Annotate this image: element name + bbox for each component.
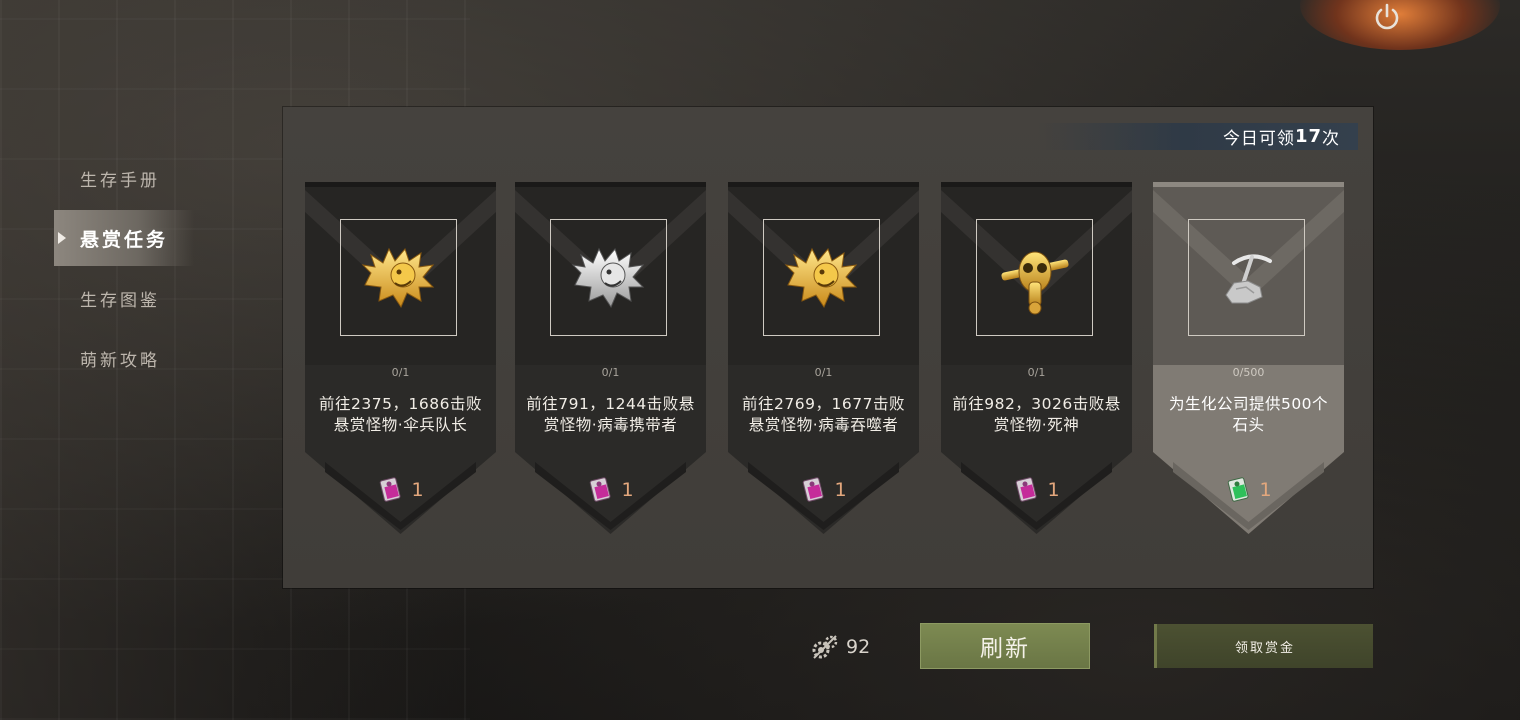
menu-item-survival-manual[interactable]: 生存手册 — [54, 150, 194, 206]
currency-display: 92 — [810, 632, 870, 662]
icon-frame — [1188, 219, 1305, 336]
task-reward: 1 — [305, 476, 496, 504]
claim-bounty-button[interactable]: 领取赏金 — [1154, 624, 1373, 668]
task-description: 前往2375，1686击败 悬赏怪物·伞兵队长 — [311, 394, 490, 436]
task-description-line: 前往2769，1677击败 — [742, 395, 905, 413]
task-description-line: 前往982，3026击败悬 — [952, 395, 1121, 413]
menu-item-label: 生存手册 — [80, 170, 160, 191]
daily-claims-prefix: 今日可领 — [1222, 129, 1295, 149]
power-icon — [1375, 3, 1399, 30]
reward-count: 1 — [1047, 479, 1060, 501]
card-topline — [305, 182, 496, 187]
gears-currency-icon — [812, 635, 838, 659]
claim-bounty-button-label: 领取赏金 — [1234, 640, 1295, 656]
card-topline — [515, 182, 706, 187]
gold-lion-head-icon — [784, 247, 857, 308]
menu-item-bounty-tasks[interactable]: 悬赏任务 — [54, 210, 194, 266]
menu-item-label: 生存图鉴 — [80, 290, 160, 311]
icon-frame — [340, 219, 457, 336]
pickaxe-stone-icon — [1224, 254, 1272, 303]
reward-count: 1 — [411, 479, 424, 501]
task-progress: 0/1 — [601, 366, 620, 379]
reward-count: 1 — [1259, 479, 1272, 501]
menu-item-newbie-guide[interactable]: 萌新攻略 — [54, 330, 194, 386]
task-description: 前往791，1244击败悬 赏怪物·病毒携带者 — [521, 394, 700, 436]
bounty-card-1[interactable]: 0/1 前往2375，1686击败 悬赏怪物·伞兵队长 1 — [305, 182, 496, 534]
icon-frame — [976, 219, 1093, 336]
task-description-line: 悬赏怪物·伞兵队长 — [333, 416, 468, 434]
pink-card-ticket-icon — [380, 477, 401, 502]
side-menu: 生存手册 悬赏任务 生存图鉴 萌新攻略 — [54, 150, 194, 390]
pink-card-ticket-icon — [1016, 477, 1037, 502]
power-button[interactable] — [1369, 0, 1405, 34]
task-reward: 1 — [515, 476, 706, 504]
task-progress: 0/1 — [814, 366, 833, 379]
task-description: 前往2769，1677击败 悬赏怪物·病毒吞噬者 — [734, 394, 913, 436]
bounty-card-2[interactable]: 0/1 前往791，1244击败悬 赏怪物·病毒携带者 1 — [515, 182, 706, 534]
card-topline — [941, 182, 1132, 187]
daily-claims-count: 17 — [1294, 126, 1322, 147]
daily-claims-banner: 今日可领 17 次 — [1038, 123, 1358, 150]
refresh-button[interactable]: 刷新 — [920, 623, 1090, 669]
task-reward: 1 — [728, 476, 919, 504]
silver-lion-head-icon — [571, 247, 644, 308]
task-progress: 0/1 — [1027, 366, 1046, 379]
bounty-card-4[interactable]: 0/1 前往982，3026击败悬 赏怪物·死神 1 — [941, 182, 1132, 534]
task-description-line: 赏怪物·病毒携带者 — [543, 416, 678, 434]
gold-lion-head-icon — [361, 247, 434, 308]
task-reward: 1 — [1153, 476, 1344, 504]
task-description-line: 前往2375，1686击败 — [319, 395, 482, 413]
pink-card-ticket-icon — [590, 477, 611, 502]
reward-count: 1 — [834, 479, 847, 501]
daily-claims-suffix: 次 — [1322, 129, 1340, 149]
card-topline — [1153, 182, 1344, 187]
task-description-line: 为生化公司提供500个 — [1168, 395, 1329, 413]
icon-frame — [550, 219, 667, 336]
task-description-line: 赏怪物·死神 — [993, 416, 1080, 434]
task-description-line: 前往791，1244击败悬 — [526, 395, 695, 413]
task-description-line: 石头 — [1232, 416, 1265, 434]
task-description: 前往982，3026击败悬 赏怪物·死神 — [947, 394, 1126, 436]
green-card-ticket-icon — [1228, 477, 1249, 502]
bounty-card-3[interactable]: 0/1 前往2769，1677击败 悬赏怪物·病毒吞噬者 1 — [728, 182, 919, 534]
bounty-panel: 今日可领 17 次 0/1 前往2375，1686击败 悬赏怪物·伞兵队长 1 … — [283, 107, 1373, 588]
icon-frame — [763, 219, 880, 336]
bounty-card-5[interactable]: 0/500 为生化公司提供500个 石头 1 — [1153, 182, 1344, 534]
menu-item-survival-codex[interactable]: 生存图鉴 — [54, 270, 194, 326]
reward-count: 1 — [621, 479, 634, 501]
card-topline — [728, 182, 919, 187]
currency-value: 92 — [846, 636, 871, 658]
task-description-line: 悬赏怪物·病毒吞噬者 — [748, 416, 899, 434]
pink-card-ticket-icon — [803, 477, 824, 502]
task-reward: 1 — [941, 476, 1132, 504]
gold-gasmask-skull-icon — [1000, 251, 1069, 314]
menu-item-label: 萌新攻略 — [80, 350, 160, 371]
refresh-button-label: 刷新 — [980, 636, 1030, 662]
task-progress: 0/1 — [391, 366, 410, 379]
task-description: 为生化公司提供500个 石头 — [1159, 394, 1338, 436]
task-progress: 0/500 — [1232, 366, 1265, 379]
menu-item-label: 悬赏任务 — [80, 228, 169, 251]
